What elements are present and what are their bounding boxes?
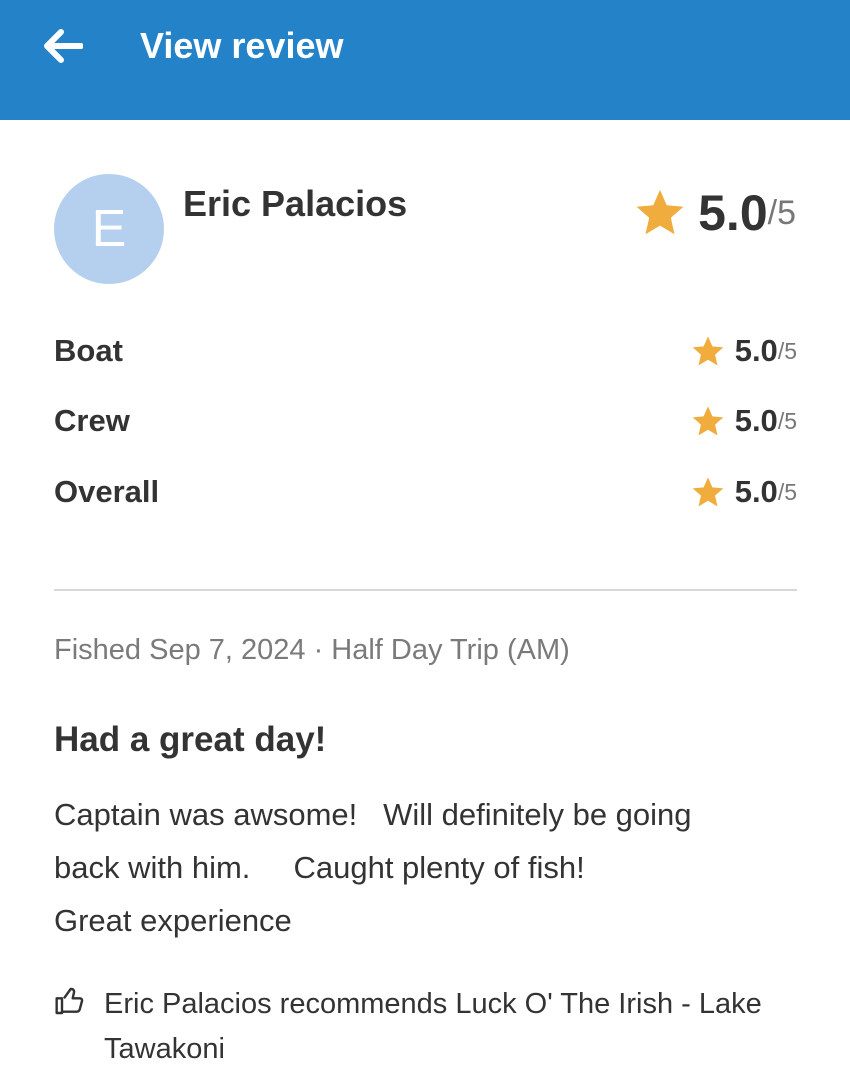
rating-max: /5 — [777, 337, 797, 364]
rating-score: 5.0 — [734, 333, 778, 368]
review-title: Had a great day! — [54, 720, 327, 759]
rating-value: 5.0 /5 — [691, 326, 797, 376]
star-icon — [692, 476, 724, 506]
page-title: View review — [140, 25, 344, 66]
rating-label: Overall — [54, 474, 160, 509]
rating-label: Crew — [54, 403, 130, 438]
rating-row-crew: Crew 5.0 /5 — [54, 396, 797, 446]
review-body: Captain was awsome! Will definitely be g… — [54, 788, 814, 947]
svg-text:Fishing: Fishing — [656, 948, 763, 981]
review-body-line: back with him. Caught plenty of fish! — [54, 850, 585, 885]
app-bar: View review — [0, 0, 850, 120]
overall-score: 5.0 — [698, 185, 768, 241]
avatar[interactable]: E — [54, 174, 164, 284]
reviewer-name: Eric Palacios — [183, 183, 408, 224]
overall-rating: 5.0 /5 — [634, 185, 796, 241]
rating-score: 5.0 — [734, 403, 778, 438]
rating-max: /5 — [777, 407, 797, 434]
rating-value: 5.0 /5 — [691, 396, 797, 446]
rating-row-overall: Overall 5.0 /5 — [54, 467, 797, 517]
rating-value: 5.0 /5 — [691, 467, 797, 517]
overall-max: /5 — [767, 193, 796, 232]
trip-meta: Fished Sep 7, 2024 · Half Day Trip (AM) — [54, 634, 570, 666]
star-icon — [692, 405, 724, 435]
thumbs-up-icon — [55, 987, 84, 1015]
back-button[interactable] — [38, 22, 86, 70]
recommendation-text: Eric Palacios recommends Luck O' The Iri… — [104, 988, 762, 1065]
review-body-line: Captain was awsome! Will definitely be g… — [54, 797, 692, 832]
divider — [54, 589, 797, 591]
arrow-left-icon — [44, 29, 83, 63]
rating-max: /5 — [777, 478, 797, 505]
star-icon — [692, 335, 724, 365]
rating-score: 5.0 — [734, 474, 778, 509]
star-icon — [636, 189, 684, 235]
rating-label: Boat — [54, 333, 123, 368]
rating-row-boat: Boat 5.0 /5 — [54, 326, 797, 376]
